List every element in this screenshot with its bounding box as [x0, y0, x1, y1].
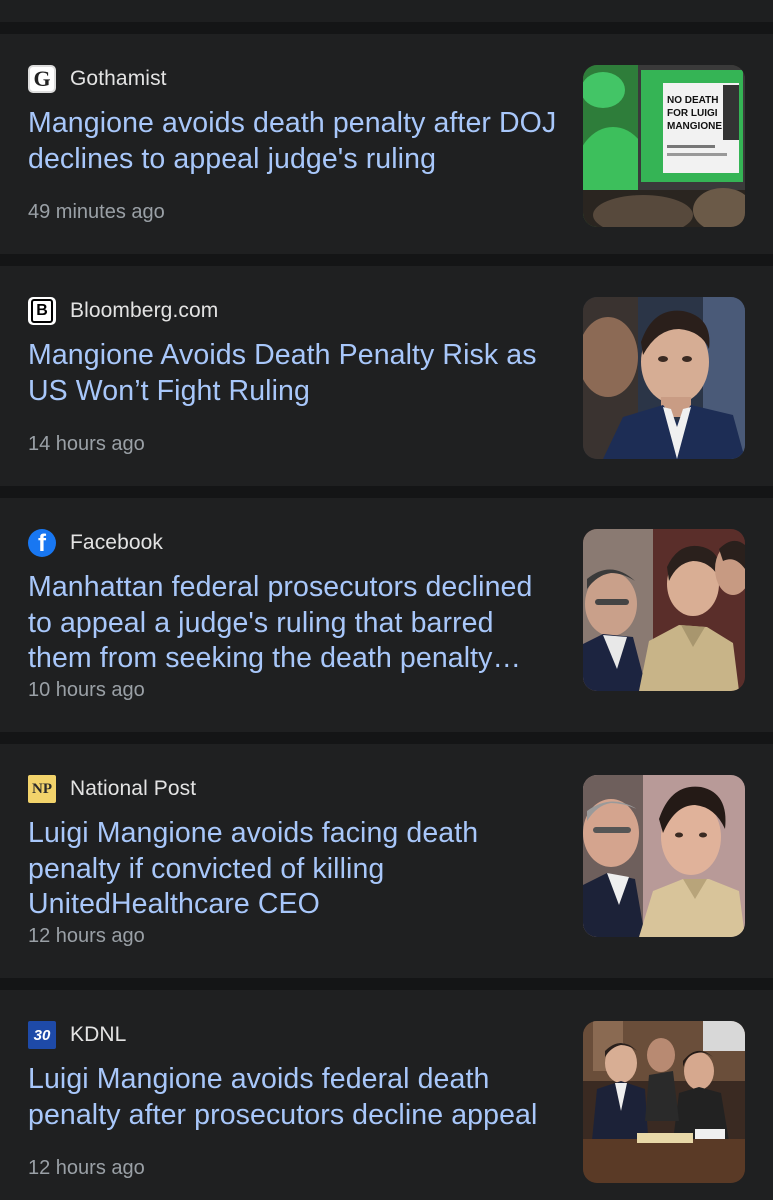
divider: [0, 254, 773, 266]
logo-text: 30: [33, 1026, 51, 1044]
news-card[interactable]: B Bloomberg.com Mangione Avoids Death Pe…: [0, 266, 773, 486]
headline-link[interactable]: Manhattan federal prosecutors declined t…: [28, 570, 558, 677]
source-name: Gothamist: [70, 67, 167, 90]
news-card[interactable]: f Facebook Manhattan federal prosecutors…: [0, 498, 773, 732]
news-feed: G Gothamist Mangione avoids death penalt…: [0, 0, 773, 1200]
timestamp: 12 hours ago: [28, 1157, 145, 1179]
source-row: B Bloomberg.com: [28, 297, 218, 325]
thumbnail-image[interactable]: [583, 775, 745, 937]
source-name: KDNL: [70, 1023, 127, 1046]
source-row: f Facebook: [28, 529, 163, 557]
thumbnail-image[interactable]: [583, 529, 745, 691]
source-name: Bloomberg.com: [70, 299, 219, 322]
logo-text: B: [31, 299, 53, 323]
headline-link[interactable]: Mangione avoids death penalty after DOJ …: [28, 106, 558, 177]
news-card[interactable]: G Gothamist Mangione avoids death penalt…: [0, 34, 773, 254]
news-card[interactable]: NP National Post Luigi Mangione avoids f…: [0, 744, 773, 978]
logo-text: G: [33, 66, 51, 91]
divider: [0, 22, 773, 34]
timestamp: 10 hours ago: [28, 679, 145, 701]
headline-link[interactable]: Luigi Mangione avoids federal death pena…: [28, 1062, 558, 1133]
divider: [0, 486, 773, 498]
divider: [0, 978, 773, 990]
bloomberg-logo-icon: B: [28, 297, 56, 325]
divider: [0, 732, 773, 744]
logo-text: NP: [32, 780, 52, 797]
facebook-logo-icon: f: [28, 529, 56, 557]
gothamist-logo-icon: G: [28, 65, 56, 93]
source-row: NP National Post: [28, 775, 196, 803]
thumbnail-image[interactable]: NO DEATH FOR LUIGI MANGIONE: [583, 65, 745, 227]
svg-text:MANGIONE: MANGIONE: [667, 121, 722, 132]
news-card[interactable]: 30 KDNL Luigi Mangione avoids federal de…: [0, 990, 773, 1200]
kdnl-logo-icon: 30: [28, 1021, 56, 1049]
headline-link[interactable]: Mangione Avoids Death Penalty Risk as US…: [28, 338, 558, 409]
source-row: 30 KDNL: [28, 1021, 126, 1049]
logo-text: f: [38, 530, 46, 557]
thumbnail-image[interactable]: [583, 1021, 745, 1183]
thumbnail-image[interactable]: [583, 297, 745, 459]
source-row: G Gothamist: [28, 65, 167, 93]
timestamp: 14 hours ago: [28, 433, 145, 455]
timestamp: 49 minutes ago: [28, 201, 165, 223]
headline-link[interactable]: Luigi Mangione avoids facing death penal…: [28, 816, 558, 923]
source-name: National Post: [70, 777, 197, 800]
source-name: Facebook: [70, 531, 164, 554]
sign-text: NO DEATH: [667, 95, 718, 106]
svg-text:FOR LUIGI: FOR LUIGI: [667, 108, 718, 119]
timestamp: 12 hours ago: [28, 925, 145, 947]
national-post-logo-icon: NP: [28, 775, 56, 803]
